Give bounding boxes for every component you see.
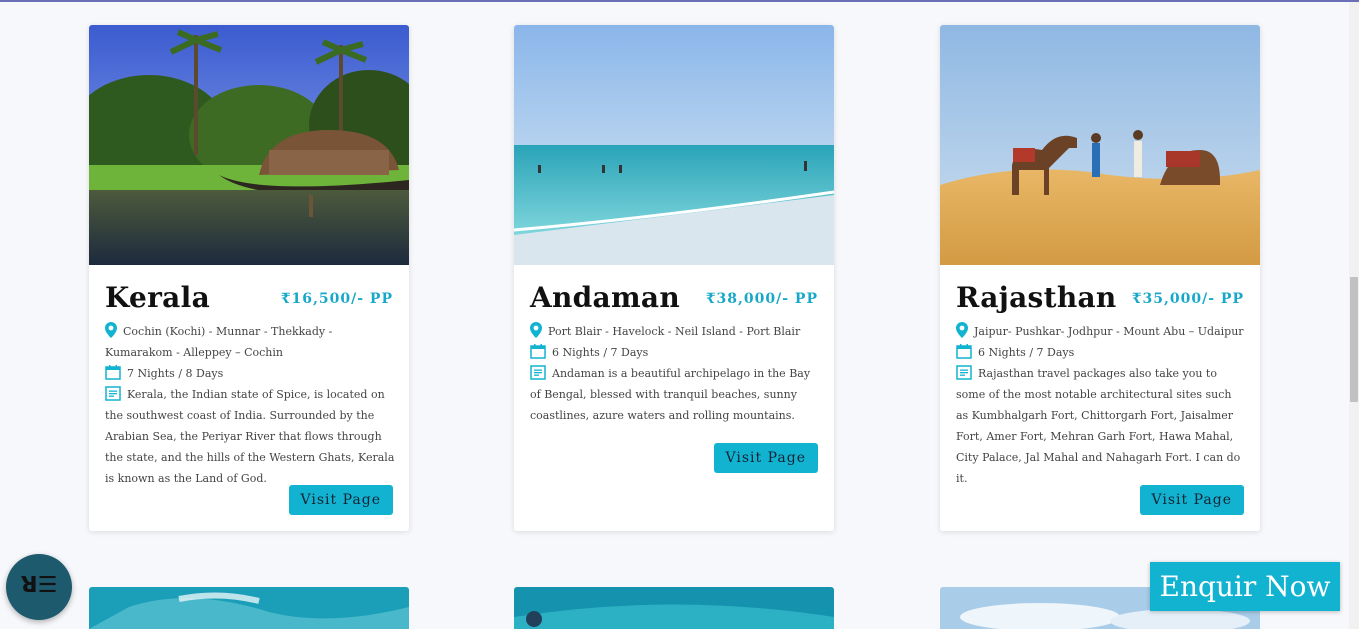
card-title: Andaman bbox=[530, 281, 681, 314]
route-text: Cochin (Kochi) - Munnar - Thekkady - Kum… bbox=[105, 325, 333, 359]
description-text: Rajasthan travel packages also take you … bbox=[956, 367, 1241, 485]
package-card-preview-2[interactable] bbox=[514, 587, 834, 629]
description-row: Andaman is a beautiful archipelago in th… bbox=[530, 363, 820, 426]
location-pin-icon bbox=[105, 322, 117, 338]
rajasthan-photo bbox=[940, 25, 1260, 265]
card-price: ₹38,000/- PP bbox=[705, 291, 818, 307]
route-row: Cochin (Kochi) - Munnar - Thekkady - Kum… bbox=[105, 321, 395, 363]
andaman-photo bbox=[514, 25, 834, 265]
location-pin-icon bbox=[956, 322, 968, 338]
document-lines-icon bbox=[956, 365, 972, 380]
duration-row: 6 Nights / 7 Days bbox=[956, 342, 1246, 363]
scrollbar-thumb[interactable] bbox=[1350, 277, 1358, 402]
route-text: Jaipur- Pushkar- Jodhpur - Mount Abu – U… bbox=[974, 325, 1244, 338]
visit-page-button[interactable]: Visit Page bbox=[288, 485, 393, 515]
visit-page-button[interactable]: Visit Page bbox=[713, 443, 818, 473]
route-row: Jaipur- Pushkar- Jodhpur - Mount Abu – U… bbox=[956, 321, 1246, 342]
top-border bbox=[0, 0, 1359, 2]
card-title: Rajasthan bbox=[956, 281, 1117, 314]
document-lines-icon bbox=[105, 386, 121, 401]
package-card-andaman: Andaman ₹38,000/- PP Port Blair - Havelo… bbox=[514, 25, 834, 531]
kerala-photo bbox=[89, 25, 409, 265]
menu-fab[interactable]: ꓤ☰ bbox=[6, 554, 72, 620]
calendar-icon bbox=[105, 365, 121, 380]
duration-row: 6 Nights / 7 Days bbox=[530, 342, 820, 363]
page-scrollbar[interactable] bbox=[1349, 2, 1359, 629]
package-card-rajasthan: Rajasthan ₹35,000/- PP Jaipur- Pushkar- … bbox=[940, 25, 1260, 531]
route-row: Port Blair - Havelock - Neil Island - Po… bbox=[530, 321, 820, 342]
duration-text: 7 Nights / 8 Days bbox=[127, 367, 224, 380]
card-price: ₹16,500/- PP bbox=[280, 291, 393, 307]
duration-text: 6 Nights / 7 Days bbox=[552, 346, 649, 359]
enquire-now-button[interactable]: Enquir Now bbox=[1150, 562, 1340, 611]
document-lines-icon bbox=[530, 365, 546, 380]
description-text: Andaman is a beautiful archipelago in th… bbox=[530, 367, 811, 422]
calendar-icon bbox=[956, 344, 972, 359]
visit-page-button[interactable]: Visit Page bbox=[1139, 485, 1244, 515]
card-price: ₹35,000/- PP bbox=[1131, 291, 1244, 307]
location-pin-icon bbox=[530, 322, 542, 338]
description-row: Kerala, the Indian state of Spice, is lo… bbox=[105, 384, 395, 489]
duration-text: 6 Nights / 7 Days bbox=[978, 346, 1075, 359]
card-title: Kerala bbox=[105, 281, 211, 314]
description-text: Kerala, the Indian state of Spice, is lo… bbox=[105, 388, 395, 485]
package-card-preview-1[interactable] bbox=[89, 587, 409, 629]
calendar-icon bbox=[530, 344, 546, 359]
duration-row: 7 Nights / 8 Days bbox=[105, 363, 395, 384]
package-card-kerala: Kerala ₹16,500/- PP Cochin (Kochi) - Mun… bbox=[89, 25, 409, 531]
route-text: Port Blair - Havelock - Neil Island - Po… bbox=[548, 325, 801, 338]
description-row: Rajasthan travel packages also take you … bbox=[956, 363, 1246, 489]
menu-icon: ꓤ☰ bbox=[20, 573, 58, 598]
